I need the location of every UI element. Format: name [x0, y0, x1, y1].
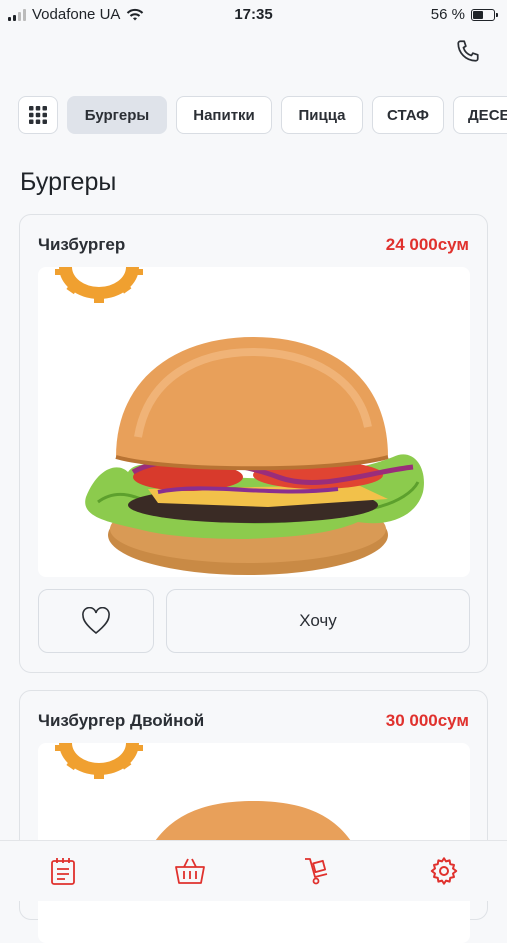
nav-settings[interactable]	[424, 851, 464, 891]
battery-icon	[471, 8, 498, 21]
tab-pizza[interactable]: Пицца	[281, 96, 363, 134]
section-title: Бургеры	[20, 168, 117, 196]
product-name: Чизбургер	[38, 235, 126, 254]
nav-basket[interactable]	[170, 851, 210, 891]
product-image[interactable]	[38, 267, 470, 577]
category-tabs: Бургеры Напитки Пицца СТАФ ДЕСЕ	[18, 96, 507, 138]
cheeseburger-image	[85, 337, 424, 575]
basket-icon	[175, 858, 206, 884]
nav-delivery[interactable]	[297, 851, 337, 891]
product-name: Чизбургер Двойной	[38, 711, 205, 730]
tab-burgers[interactable]: Бургеры	[67, 96, 167, 134]
all-categories-button[interactable]	[18, 96, 58, 134]
phone-icon	[457, 40, 479, 62]
battery-percent: 56 %	[430, 6, 465, 23]
product-price: 30 000сум	[385, 711, 469, 730]
grid-icon	[29, 106, 47, 124]
call-button[interactable]	[455, 38, 483, 66]
product-card: Чизбургер 24 000сум Хочу	[19, 214, 488, 673]
delivery-cart-icon	[304, 858, 328, 885]
status-bar: Vodafone UA 17:35 56 %	[0, 0, 507, 30]
tab-drinks[interactable]: Напитки	[176, 96, 272, 134]
heart-icon	[82, 607, 110, 635]
tab-desserts[interactable]: ДЕСЕ	[453, 96, 507, 134]
favorite-button[interactable]	[38, 589, 154, 653]
status-right: 56 %	[430, 6, 498, 23]
product-price: 24 000сум	[385, 235, 469, 254]
bottom-navigation	[0, 840, 507, 901]
menu-document-icon	[51, 858, 76, 885]
tab-staff[interactable]: СТАФ	[372, 96, 444, 134]
settings-gear-icon	[430, 857, 457, 885]
want-button[interactable]: Хочу	[166, 589, 470, 653]
nav-menu[interactable]	[43, 851, 83, 891]
